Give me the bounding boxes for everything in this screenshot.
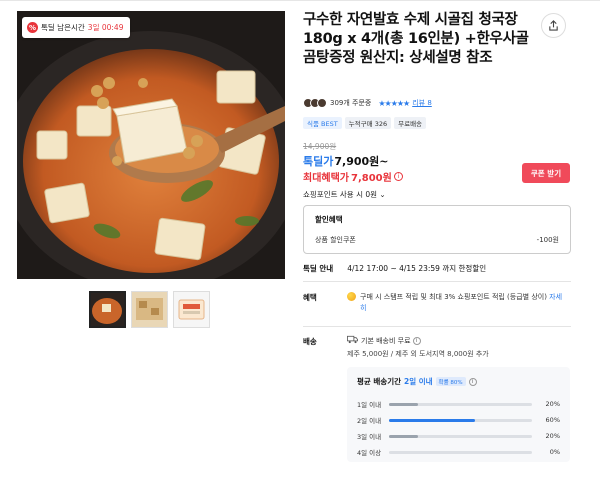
product-tags: 식품 BEST 누적구매 326 무료배송 bbox=[303, 117, 427, 129]
delivery-bar bbox=[389, 434, 532, 438]
truck-icon bbox=[347, 335, 358, 344]
deal-timer-badge: % 톡딜 남은시간 3일 00:49 bbox=[22, 17, 131, 38]
tag-food-best: 식품 BEST bbox=[303, 117, 342, 129]
tag-free-shipping: 무료배송 bbox=[394, 117, 427, 129]
info-icon[interactable]: i bbox=[412, 337, 421, 345]
deal-timer-value: 3일 00:49 bbox=[87, 23, 124, 32]
discount-header: 할인혜택 bbox=[315, 215, 343, 224]
coupon-button[interactable]: 쿠폰 받기 bbox=[522, 163, 570, 183]
divider bbox=[303, 326, 571, 327]
info-icon[interactable]: i bbox=[393, 172, 403, 181]
share-button[interactable] bbox=[541, 13, 566, 38]
delivery-bar bbox=[389, 402, 532, 406]
review-link[interactable]: 리뷰 8 bbox=[412, 98, 432, 108]
delivery-row: 3일 이내 20% bbox=[357, 432, 560, 441]
product-title: 구수한 자연발효 수제 시골집 청국장 180g x 4개(총 16인분) +한… bbox=[303, 12, 529, 66]
discount-box: 할인혜택 상품 할인쿠폰 -100원 bbox=[303, 205, 571, 254]
delivery-bar bbox=[389, 418, 532, 422]
deal-info-row: 톡딜 안내 4/12 17:00 ~ 4/15 23:59 까지 한정할인 bbox=[303, 263, 486, 274]
deal-info-label: 톡딜 안내 bbox=[303, 264, 334, 273]
review-summary: 309개 주문중 ★★★★★ 리뷰 8 bbox=[303, 97, 432, 109]
chevron-down-icon: ⌄ bbox=[379, 190, 386, 199]
original-price: 14,900원 bbox=[303, 142, 337, 151]
shipping-label: 배송 bbox=[303, 337, 317, 346]
thumbnail-strip bbox=[89, 291, 210, 328]
delivery-highlight: 2일 이내 bbox=[404, 377, 433, 386]
discount-name: 상품 할인쿠폰 bbox=[315, 236, 356, 244]
share-icon bbox=[549, 20, 558, 31]
thumbnail-3[interactable] bbox=[173, 291, 210, 328]
buyer-avatars bbox=[303, 98, 327, 108]
delivery-header: 평균 배송기간 2일 이내 확률 80% i bbox=[357, 376, 477, 387]
delivery-row: 4일 이상 0% bbox=[357, 448, 560, 457]
delivery-row: 1일 이내 20% bbox=[357, 400, 560, 409]
deal-price-label: 톡딜가 bbox=[303, 155, 334, 168]
product-main-image[interactable] bbox=[17, 11, 285, 279]
shipping-free: 기본 배송비 무료 i bbox=[361, 336, 421, 346]
max-benefit-label: 최대혜택가 bbox=[303, 173, 349, 184]
top-border bbox=[0, 0, 600, 1]
benefit-text: 구매 시 스탬프 적립 및 최대 3% 쇼핑포인트 적립 (등급별 상이) 자세… bbox=[360, 293, 563, 312]
max-benefit-value: 7,800원 bbox=[351, 173, 392, 184]
thumbnail-2[interactable] bbox=[131, 291, 168, 328]
info-icon[interactable]: i bbox=[468, 377, 477, 386]
deal-price: 톡딜가 7,900원~ bbox=[303, 153, 389, 169]
divider bbox=[303, 281, 571, 282]
thumbnail-1[interactable] bbox=[89, 291, 126, 328]
delivery-row: 2일 이내 60% bbox=[357, 416, 560, 425]
delivery-probability-badge: 확률 80% bbox=[435, 377, 466, 386]
deal-timer-label: 톡딜 남은시간 bbox=[41, 23, 85, 32]
delivery-period-box: 평균 배송기간 2일 이내 확률 80% i 1일 이내 20% 2일 이내 6… bbox=[347, 367, 570, 462]
points-label: 쇼핑포인트 사용 시 0원 bbox=[303, 190, 378, 199]
points-dropdown[interactable]: 쇼핑포인트 사용 시 0원 ⌄ bbox=[303, 189, 386, 200]
coin-icon bbox=[347, 292, 356, 301]
benefit-label: 혜택 bbox=[303, 293, 317, 302]
discount-amount: -100원 bbox=[536, 236, 559, 244]
deal-price-value: 7,900원~ bbox=[334, 155, 389, 168]
max-benefit-price: 최대혜택가 7,800원 i bbox=[303, 169, 403, 184]
order-count: 309개 주문중 bbox=[330, 99, 372, 107]
deal-info-period: 4/12 17:00 ~ 4/15 23:59 까지 한정할인 bbox=[347, 264, 487, 273]
shipping-extra: 제주 5,000원 / 제주 외 도서지역 8,000원 추가 bbox=[347, 350, 489, 358]
percent-icon: % bbox=[27, 22, 38, 33]
delivery-bar bbox=[389, 450, 532, 454]
tag-cumulative: 누적구매 326 bbox=[344, 117, 392, 129]
star-icon: ★★★★★ bbox=[378, 98, 410, 108]
